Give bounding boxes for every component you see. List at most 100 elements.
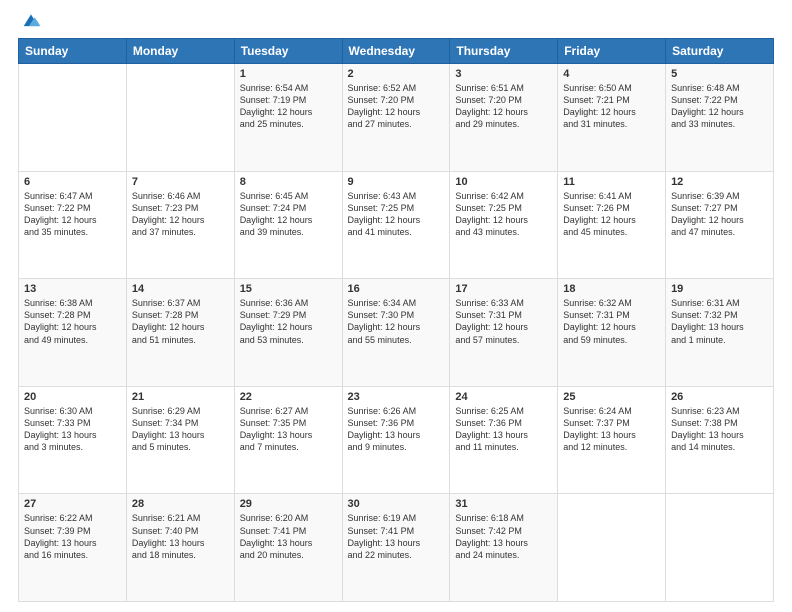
calendar-cell: 28Sunrise: 6:21 AM Sunset: 7:40 PM Dayli… [126,494,234,602]
day-number: 24 [455,391,552,403]
cell-content: Sunrise: 6:27 AM Sunset: 7:35 PM Dayligh… [240,405,337,454]
day-number: 29 [240,498,337,510]
cell-content: Sunrise: 6:51 AM Sunset: 7:20 PM Dayligh… [455,82,552,131]
calendar-cell: 12 Sunrise: 6:39 AM Sunset: 7:27 PM Dayli… [666,171,774,279]
cell-content: Sunrise: 6:46 AM Sunset: 7:23 PM Dayligh… [132,190,229,239]
calendar-cell: 19 Sunrise: 6:31 AM Sunset: 7:32 PM Dayli… [666,279,774,387]
day-number: 21 [132,391,229,403]
cell-content: Sunrise: 6:52 AM Sunset: 7:20 PM Dayligh… [348,82,445,131]
day-number: 9 [348,176,445,188]
cell-content: Sunrise: 6:41 AM Sunset: 7:26 PM Dayligh… [563,190,660,239]
day-number: 2 [348,68,445,80]
day-header-tuesday: Tuesday [234,39,342,64]
day-header-saturday: Saturday [666,39,774,64]
day-number: 17 [455,283,552,295]
cell-content: Sunrise: 6:25 AM Sunset: 7:36 PM Dayligh… [455,405,552,454]
day-header-wednesday: Wednesday [342,39,450,64]
day-header-friday: Friday [558,39,666,64]
day-number: 14 [132,283,229,295]
calendar-cell: 29Sunrise: 6:20 AM Sunset: 7:41 PM Dayli… [234,494,342,602]
day-header-thursday: Thursday [450,39,558,64]
calendar-cell: 25 Sunrise: 6:24 AM Sunset: 7:37 PM Dayli… [558,386,666,494]
calendar-cell: 10Sunrise: 6:42 AM Sunset: 7:25 PM Dayli… [450,171,558,279]
calendar-cell [19,64,127,172]
day-number: 27 [24,498,121,510]
logo-text [18,10,42,32]
calendar-cell: 8Sunrise: 6:45 AM Sunset: 7:24 PM Daylig… [234,171,342,279]
cell-content: Sunrise: 6:48 AM Sunset: 7:22 PM Dayligh… [671,82,768,131]
cell-content: Sunrise: 6:22 AM Sunset: 7:39 PM Dayligh… [24,512,121,561]
cell-content: Sunrise: 6:42 AM Sunset: 7:25 PM Dayligh… [455,190,552,239]
cell-content: Sunrise: 6:24 AM Sunset: 7:37 PM Dayligh… [563,405,660,454]
calendar-cell [666,494,774,602]
calendar-cell: 23Sunrise: 6:26 AM Sunset: 7:36 PM Dayli… [342,386,450,494]
cell-content: Sunrise: 6:26 AM Sunset: 7:36 PM Dayligh… [348,405,445,454]
cell-content: Sunrise: 6:38 AM Sunset: 7:28 PM Dayligh… [24,297,121,346]
cell-content: Sunrise: 6:18 AM Sunset: 7:42 PM Dayligh… [455,512,552,561]
calendar-cell: 20 Sunrise: 6:30 AM Sunset: 7:33 PM Dayli… [19,386,127,494]
calendar-cell [126,64,234,172]
cell-content: Sunrise: 6:47 AM Sunset: 7:22 PM Dayligh… [24,190,121,239]
cell-content: Sunrise: 6:34 AM Sunset: 7:30 PM Dayligh… [348,297,445,346]
day-number: 1 [240,68,337,80]
cell-content: Sunrise: 6:29 AM Sunset: 7:34 PM Dayligh… [132,405,229,454]
calendar-week-2: 13Sunrise: 6:38 AM Sunset: 7:28 PM Dayli… [19,279,774,387]
day-number: 20 [24,391,121,403]
calendar-cell: 14 Sunrise: 6:37 AM Sunset: 7:28 PM Dayli… [126,279,234,387]
calendar-cell: 17 Sunrise: 6:33 AM Sunset: 7:31 PM Dayli… [450,279,558,387]
day-header-monday: Monday [126,39,234,64]
calendar-cell: 2 Sunrise: 6:52 AM Sunset: 7:20 PM Daylig… [342,64,450,172]
calendar-cell: 4Sunrise: 6:50 AM Sunset: 7:21 PM Daylig… [558,64,666,172]
day-number: 4 [563,68,660,80]
calendar-cell: 1Sunrise: 6:54 AM Sunset: 7:19 PM Daylig… [234,64,342,172]
calendar-cell [558,494,666,602]
day-number: 12 [671,176,768,188]
calendar-week-3: 20 Sunrise: 6:30 AM Sunset: 7:33 PM Dayli… [19,386,774,494]
calendar-cell: 18Sunrise: 6:32 AM Sunset: 7:31 PM Dayli… [558,279,666,387]
day-number: 6 [24,176,121,188]
calendar-cell: 22 Sunrise: 6:27 AM Sunset: 7:35 PM Dayli… [234,386,342,494]
calendar-table: SundayMondayTuesdayWednesdayThursdayFrid… [18,38,774,602]
cell-content: Sunrise: 6:31 AM Sunset: 7:32 PM Dayligh… [671,297,768,346]
day-header-sunday: Sunday [19,39,127,64]
calendar-cell: 26 Sunrise: 6:23 AM Sunset: 7:38 PM Dayli… [666,386,774,494]
day-number: 22 [240,391,337,403]
page: SundayMondayTuesdayWednesdayThursdayFrid… [0,0,792,612]
calendar-week-1: 6 Sunrise: 6:47 AM Sunset: 7:22 PM Daylig… [19,171,774,279]
day-number: 3 [455,68,552,80]
day-number: 7 [132,176,229,188]
calendar-week-4: 27 Sunrise: 6:22 AM Sunset: 7:39 PM Dayli… [19,494,774,602]
day-number: 30 [348,498,445,510]
cell-content: Sunrise: 6:21 AM Sunset: 7:40 PM Dayligh… [132,512,229,561]
calendar-cell: 24 Sunrise: 6:25 AM Sunset: 7:36 PM Dayli… [450,386,558,494]
calendar-header-row: SundayMondayTuesdayWednesdayThursdayFrid… [19,39,774,64]
logo [18,10,42,32]
calendar-cell: 11 Sunrise: 6:41 AM Sunset: 7:26 PM Dayli… [558,171,666,279]
calendar-cell: 31 Sunrise: 6:18 AM Sunset: 7:42 PM Dayli… [450,494,558,602]
cell-content: Sunrise: 6:37 AM Sunset: 7:28 PM Dayligh… [132,297,229,346]
day-number: 18 [563,283,660,295]
day-number: 8 [240,176,337,188]
calendar-cell: 21 Sunrise: 6:29 AM Sunset: 7:34 PM Dayli… [126,386,234,494]
cell-content: Sunrise: 6:19 AM Sunset: 7:41 PM Dayligh… [348,512,445,561]
calendar-cell: 7 Sunrise: 6:46 AM Sunset: 7:23 PM Daylig… [126,171,234,279]
cell-content: Sunrise: 6:30 AM Sunset: 7:33 PM Dayligh… [24,405,121,454]
day-number: 31 [455,498,552,510]
cell-content: Sunrise: 6:39 AM Sunset: 7:27 PM Dayligh… [671,190,768,239]
day-number: 19 [671,283,768,295]
day-number: 5 [671,68,768,80]
logo-icon [20,10,42,32]
cell-content: Sunrise: 6:33 AM Sunset: 7:31 PM Dayligh… [455,297,552,346]
day-number: 25 [563,391,660,403]
day-number: 11 [563,176,660,188]
calendar-cell: 13Sunrise: 6:38 AM Sunset: 7:28 PM Dayli… [19,279,127,387]
calendar-cell: 16 Sunrise: 6:34 AM Sunset: 7:30 PM Dayli… [342,279,450,387]
calendar-cell: 15Sunrise: 6:36 AM Sunset: 7:29 PM Dayli… [234,279,342,387]
header [18,10,774,32]
calendar-cell: 3 Sunrise: 6:51 AM Sunset: 7:20 PM Daylig… [450,64,558,172]
calendar-cell: 6 Sunrise: 6:47 AM Sunset: 7:22 PM Daylig… [19,171,127,279]
cell-content: Sunrise: 6:43 AM Sunset: 7:25 PM Dayligh… [348,190,445,239]
cell-content: Sunrise: 6:23 AM Sunset: 7:38 PM Dayligh… [671,405,768,454]
day-number: 26 [671,391,768,403]
day-number: 16 [348,283,445,295]
